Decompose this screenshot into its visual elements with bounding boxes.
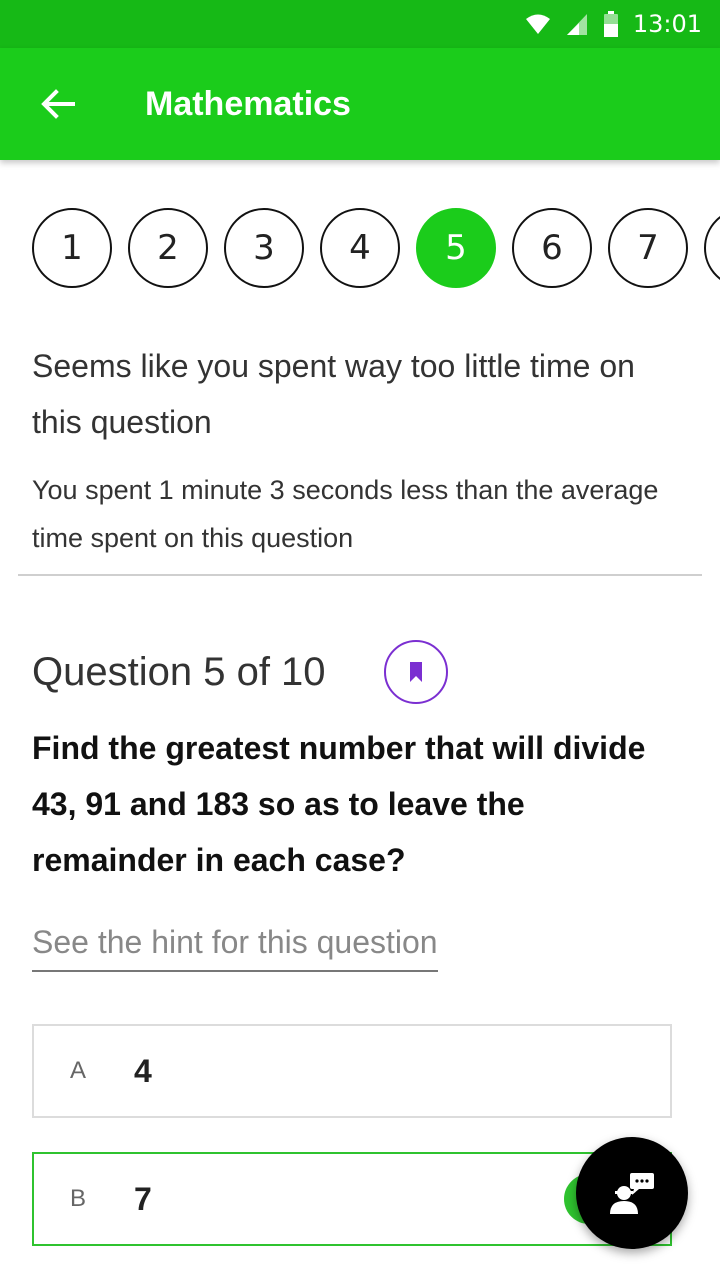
option-letter: B (70, 1185, 87, 1212)
status-bar: 13:01 (0, 0, 720, 48)
hint-link[interactable]: See the hint for this question (32, 918, 438, 972)
status-icons: 13:01 (525, 0, 702, 48)
cellular-signal-icon (566, 14, 587, 35)
time-feedback-heading: Seems like you spent way too little time… (32, 348, 635, 440)
wifi-icon (525, 14, 550, 34)
question-navigator: 12345678 (32, 208, 720, 290)
chat-support-button[interactable] (576, 1137, 688, 1249)
bookmark-button[interactable] (384, 640, 448, 704)
app-bar: Mathematics (0, 48, 720, 160)
option-value: 7 (134, 1181, 152, 1217)
arrow-left-icon (41, 89, 75, 119)
question-navigator-list: 12345678 (32, 208, 720, 288)
bookmark-icon (410, 662, 422, 682)
question-number-button[interactable]: 5 (416, 208, 496, 288)
question-header: Question 5 of 10 (32, 650, 326, 694)
battery-icon (603, 11, 618, 37)
question-number-button[interactable]: 1 (32, 208, 112, 288)
page-title: Mathematics (145, 85, 351, 123)
question-number-button[interactable]: 7 (608, 208, 688, 288)
divider (18, 574, 702, 576)
question-number-button[interactable]: 4 (320, 208, 400, 288)
chat-support-icon (610, 1173, 654, 1214)
question-text: Find the greatest number that will divid… (32, 730, 646, 878)
status-time: 13:01 (632, 10, 702, 38)
back-button[interactable] (28, 74, 88, 134)
option-letter: A (70, 1057, 87, 1084)
time-feedback-detail: You spent 1 minute 3 seconds less than t… (32, 475, 659, 553)
question-number-button[interactable]: 3 (224, 208, 304, 288)
question-number-button[interactable]: 8 (704, 208, 720, 288)
question-number-button[interactable]: 2 (128, 208, 208, 288)
option-a[interactable]: A 4 (32, 1024, 672, 1118)
option-value: 4 (134, 1053, 152, 1089)
question-number-button[interactable]: 6 (512, 208, 592, 288)
